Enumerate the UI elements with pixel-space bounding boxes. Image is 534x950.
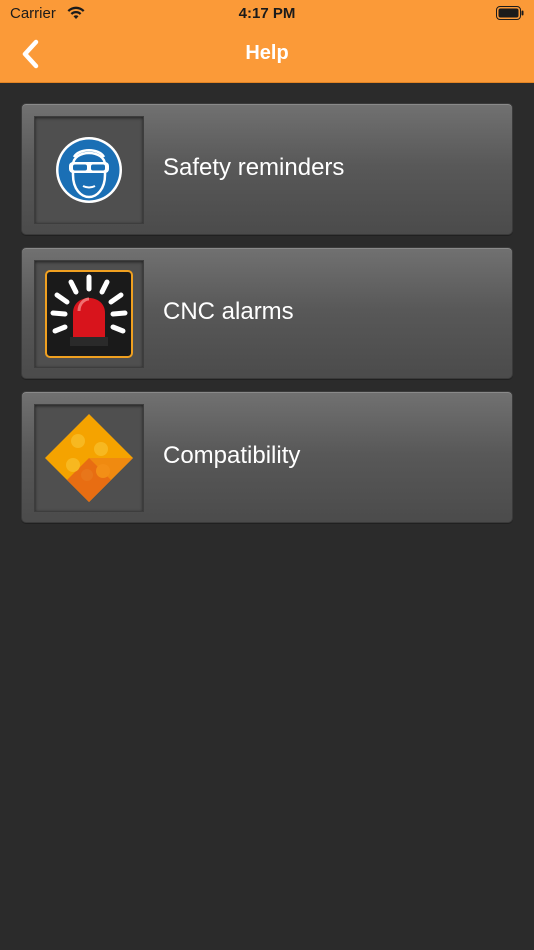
status-bar: Carrier 4:17 PM <box>0 0 534 28</box>
icon-tile <box>34 404 144 512</box>
menu-item-label: CNC alarms <box>163 298 294 325</box>
status-time: 4:17 PM <box>238 5 296 22</box>
page-title: Help <box>245 42 289 64</box>
menu-item-label: Compatibility <box>163 442 301 469</box>
alarm-beacon-icon <box>45 270 133 358</box>
help-menu: Safety reminders CNC alarms Compatibilit… <box>21 103 513 535</box>
navigation-bar: Help <box>0 28 534 82</box>
safety-goggles-icon <box>56 137 122 203</box>
battery-icon <box>496 6 524 20</box>
menu-item-compatibility[interactable]: Compatibility <box>21 391 513 523</box>
app-header: Carrier 4:17 PM Help <box>0 0 534 83</box>
menu-item-cnc-alarms[interactable]: CNC alarms <box>21 247 513 379</box>
puzzle-icon <box>45 414 133 502</box>
icon-tile <box>34 116 144 224</box>
menu-item-safety-reminders[interactable]: Safety reminders <box>21 103 513 235</box>
menu-item-label: Safety reminders <box>163 154 345 181</box>
icon-tile <box>34 260 144 368</box>
